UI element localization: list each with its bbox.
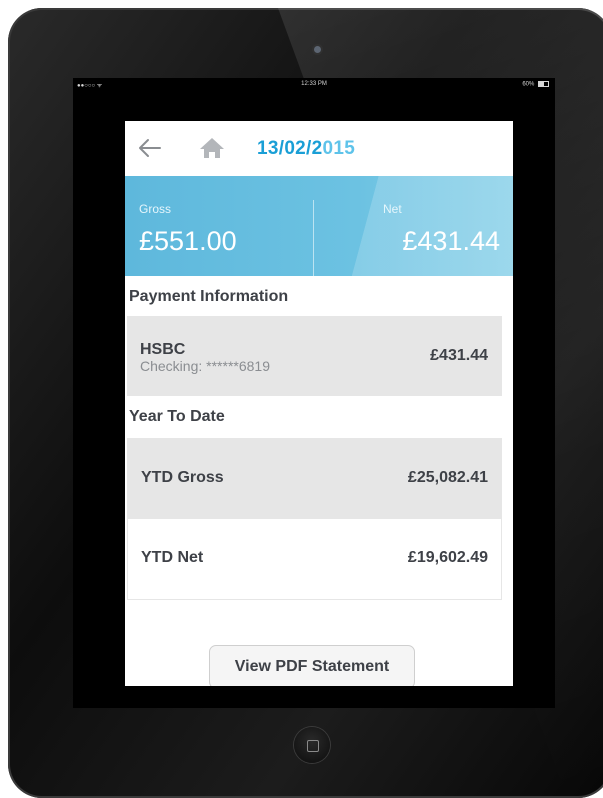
ytd-card: YTD Gross £25,082.41 YTD Net £19,602.49 — [127, 438, 502, 600]
ytd-gross-row: YTD Gross £25,082.41 — [128, 439, 501, 519]
device-home-button[interactable] — [294, 727, 330, 763]
view-pdf-statement-button[interactable]: View PDF Statement — [209, 645, 415, 686]
payment-card[interactable]: HSBC Checking: ******6819 £431.44 — [127, 316, 502, 396]
battery-icon — [538, 81, 549, 87]
payment-amount: £431.44 — [430, 347, 488, 364]
status-bar: ●●○○○ ᯤ 12:33 PM 60% — [73, 78, 555, 91]
date-accent: 015 — [322, 138, 356, 159]
ytd-net-label: YTD Net — [141, 549, 204, 566]
net-label: Net — [383, 202, 402, 216]
summary-divider — [313, 200, 314, 276]
front-camera — [314, 46, 321, 53]
account-number: Checking: ******6819 — [140, 358, 270, 374]
payment-info-heading: Payment Information — [129, 288, 289, 305]
pay-summary-banner: Gross £551.00 Net £431.44 — [125, 176, 513, 276]
device-screen: ●●○○○ ᯤ 12:33 PM 60% 13/02/2015 Gross £5 — [73, 78, 555, 708]
home-icon[interactable] — [199, 137, 225, 159]
ytd-net-row: YTD Net £19,602.49 — [128, 519, 501, 599]
payslip-app: 13/02/2015 Gross £551.00 Net £431.44 Pay… — [125, 121, 513, 686]
back-arrow-icon[interactable] — [137, 138, 161, 158]
battery-percent: 60% — [522, 81, 535, 88]
gross-label: Gross — [139, 202, 172, 216]
bank-name: HSBC — [140, 341, 186, 358]
battery-indicator: 60% — [522, 81, 549, 88]
gross-value: £551.00 — [139, 226, 237, 256]
date-main: 13/02/2 — [257, 138, 323, 159]
ytd-net-value: £19,602.49 — [407, 549, 488, 566]
ytd-gross-value: £25,082.41 — [407, 469, 488, 486]
home-square-icon — [307, 740, 319, 752]
ytd-heading: Year To Date — [129, 408, 225, 425]
net-value: £431.44 — [402, 226, 500, 256]
payslip-date: 13/02/2015 — [257, 138, 355, 160]
top-bar: 13/02/2015 — [125, 121, 513, 176]
status-time: 12:33 PM — [301, 81, 327, 87]
ytd-gross-label: YTD Gross — [141, 469, 224, 486]
